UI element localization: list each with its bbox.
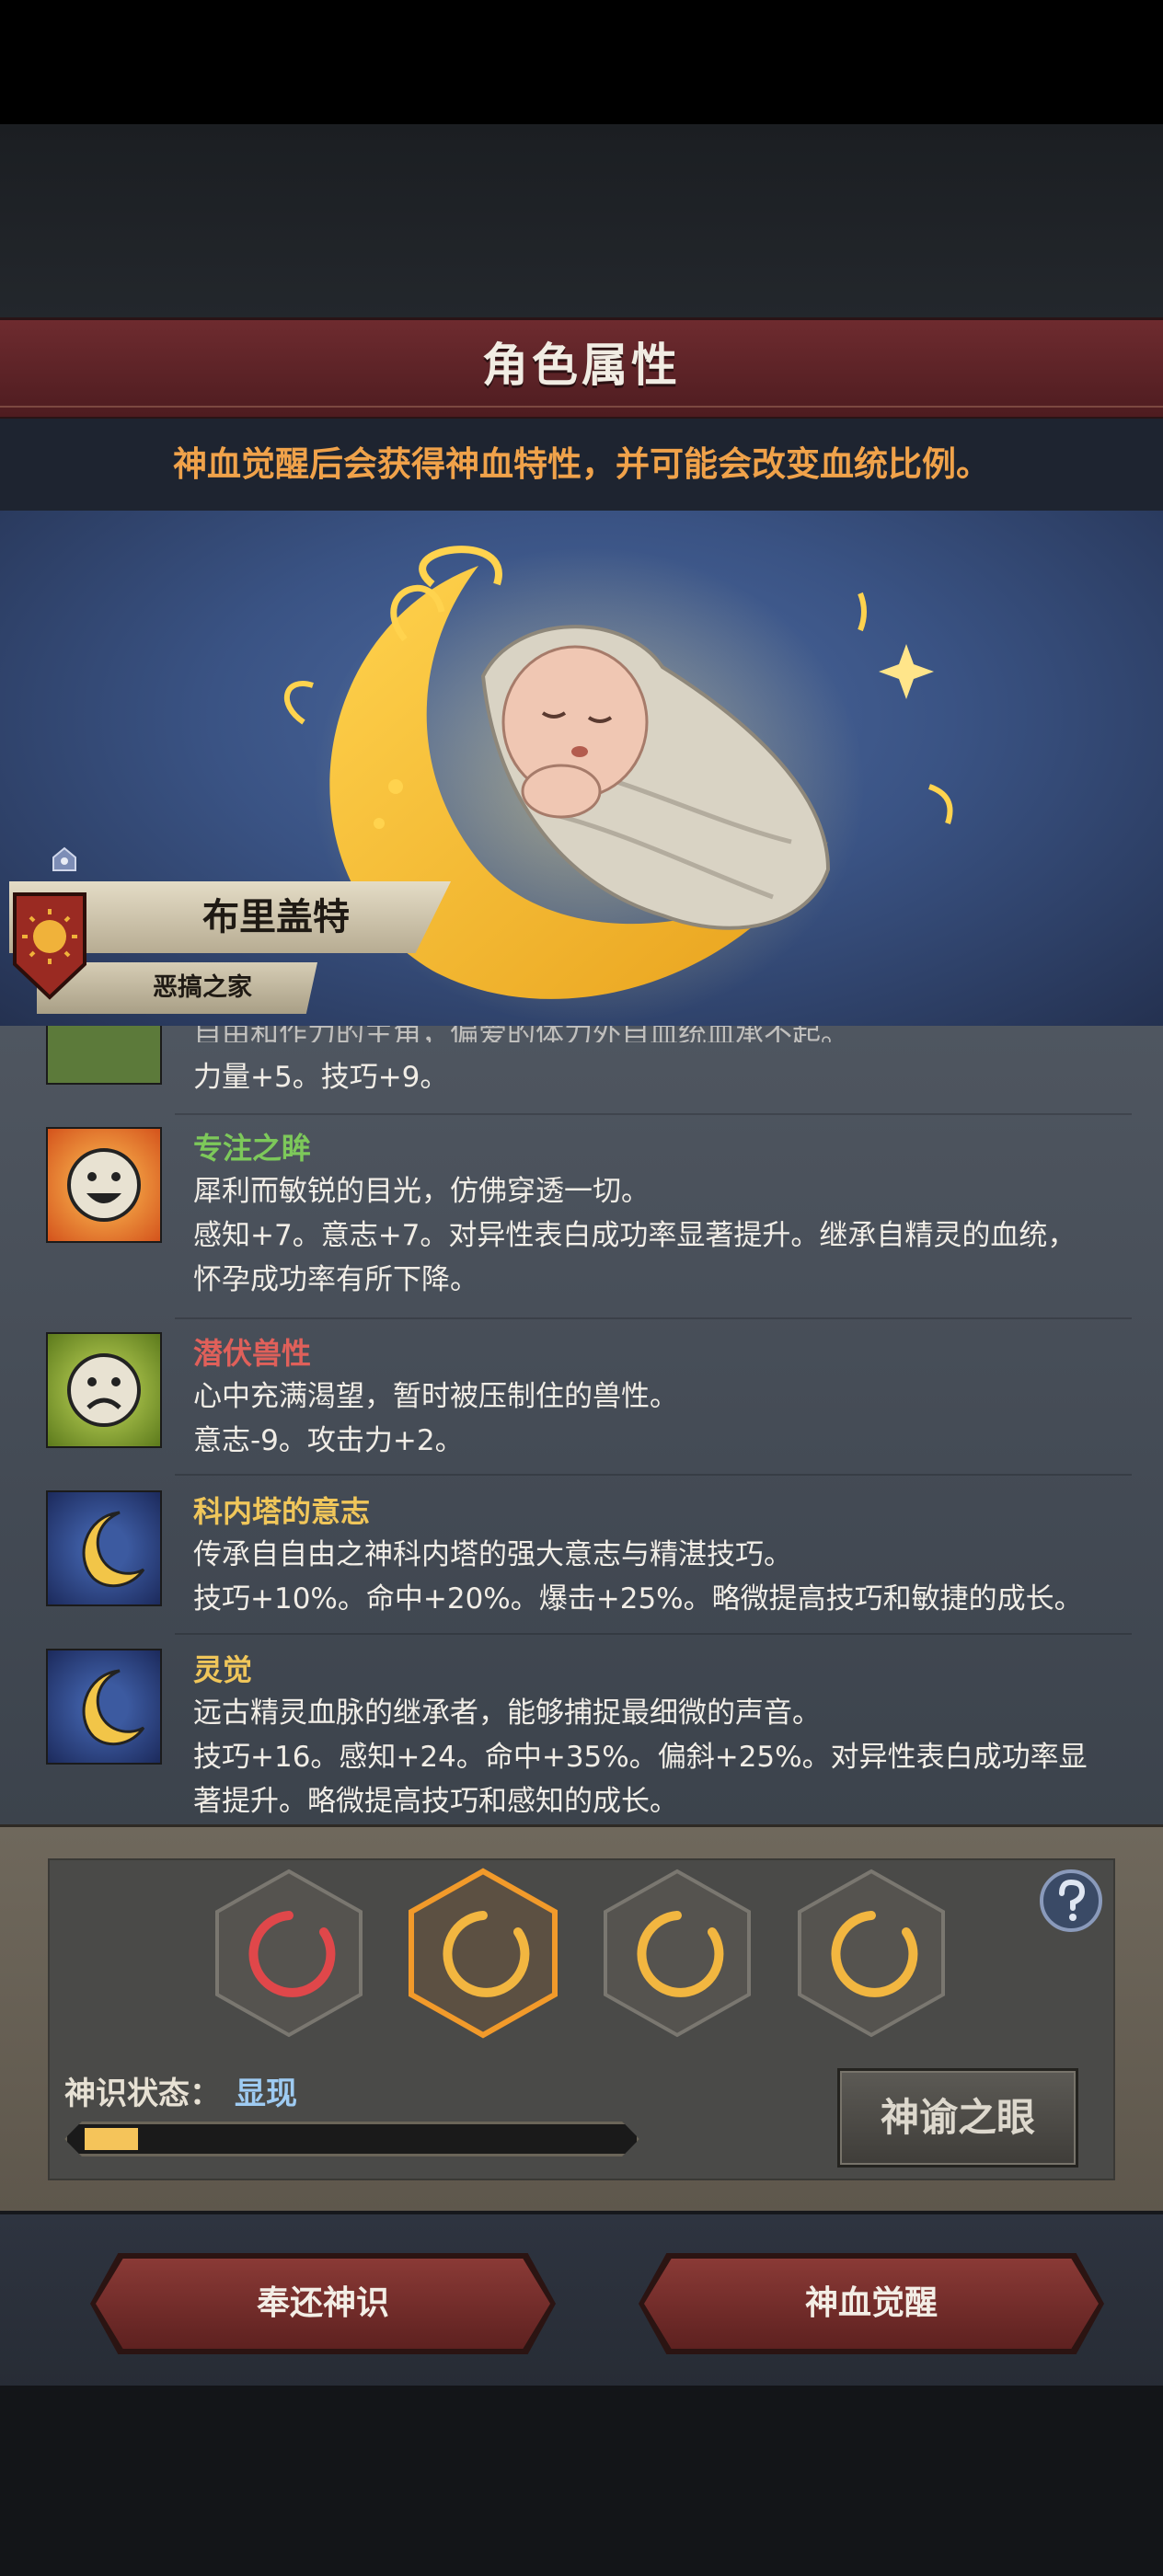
house-name: 恶搞之家 [153, 973, 252, 1002]
return-divine-label: 奉还神识 [256, 2284, 389, 2322]
trait-name: 科内塔的意志 [193, 1494, 371, 1529]
trait-description: 犀利而敏锐的目光，仿佛穿透一切。 感知+7。意志+7。对异性表白成功率显著提升。… [193, 1175, 1077, 1296]
traits-list[interactable]: 自由和作力的主角，偏爱的体力外自血统血承不起。 力量+5。技巧+9。 专注之眸 … [0, 1026, 1163, 1824]
trait-description: 传承自自由之神科内塔的强大意志与精湛技巧。 技巧+10%。命中+20%。爆击+2… [193, 1538, 1083, 1616]
page-title: 角色属性 [482, 339, 681, 392]
progress-fill [85, 2128, 138, 2150]
blood-awaken-label: 神血觉醒 [804, 2284, 938, 2322]
sparkle-icon [879, 644, 934, 699]
sad-face-icon [46, 1332, 162, 1448]
status-label: 神识状态： [64, 2076, 221, 2112]
character-name: 布里盖特 [202, 896, 350, 938]
partial-trait-description: 自由和作力的主角，偏爱的体力外自血统血承不起。 [193, 1026, 849, 1042]
trait-name: 灵觉 [193, 1652, 253, 1687]
divider [175, 1633, 1132, 1635]
happy-face-icon [46, 1127, 162, 1243]
trait-icon [46, 1026, 162, 1085]
help-button[interactable] [1038, 1868, 1104, 1934]
divine-slot-2[interactable] [408, 1868, 558, 2039]
oracle-eye-label: 神谕之眼 [880, 2095, 1035, 2140]
divine-slot-3[interactable] [602, 1868, 753, 2039]
question-mark-icon [1040, 1869, 1102, 1932]
trait-description: 心中充满渴望，暂时被压制住的兽性。 意志-9。攻击力+2。 [193, 1380, 678, 1457]
crescent-moon-icon [46, 1649, 162, 1765]
trait-name: 潜伏兽性 [193, 1336, 312, 1371]
divider [175, 1474, 1132, 1476]
divine-slot-4[interactable] [796, 1868, 947, 2039]
notice-text: 神血觉醒后会获得神血特性，并可能会改变血统比例。 [173, 444, 990, 484]
progress-bar [64, 2122, 639, 2156]
status-bar-area [0, 0, 1163, 124]
divider [175, 1113, 1132, 1115]
partial-trait-stats: 力量+5。技巧+9。 [193, 1061, 449, 1094]
divider [175, 1317, 1132, 1319]
navigation-area [0, 2386, 1163, 2576]
divine-slot-1[interactable] [213, 1868, 364, 2039]
house-crest-icon [11, 891, 88, 1001]
crescent-moon-icon [46, 1490, 162, 1606]
rank-icon [50, 845, 79, 874]
status-value: 显现 [235, 2076, 297, 2112]
trait-name: 专注之眸 [193, 1131, 312, 1166]
backdrop [0, 124, 1163, 317]
trait-description: 远古精灵血脉的继承者，能够捕捉最细微的声音。 技巧+16。感知+24。命中+35… [193, 1696, 1088, 1818]
